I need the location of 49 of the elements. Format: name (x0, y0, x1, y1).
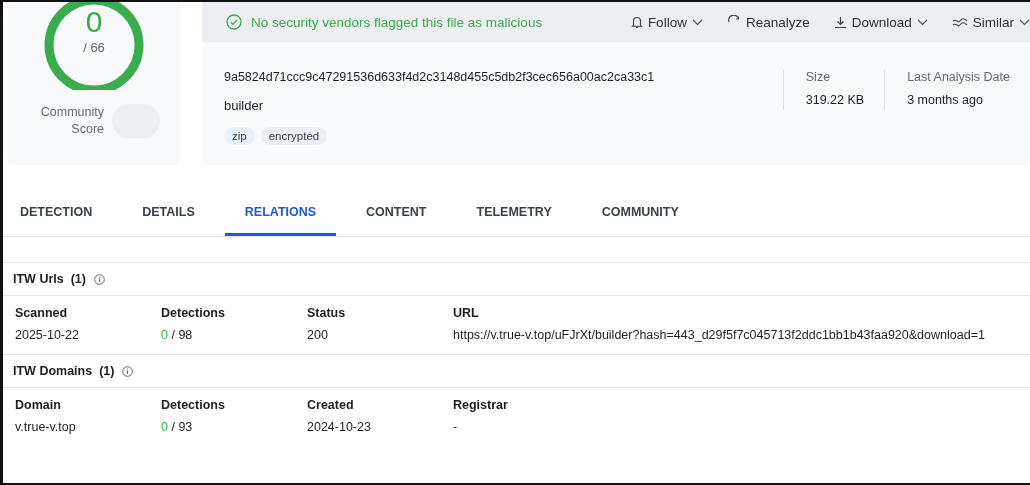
tab[interactable]: DETECTION (3, 189, 113, 236)
bell-icon (630, 15, 643, 29)
table-cell-text: 2025-10-22 (15, 328, 80, 342)
tab[interactable]: CONTENT (346, 189, 447, 236)
tag[interactable]: zip (224, 127, 255, 145)
tab[interactable]: COMMUNITY (581, 189, 699, 236)
chevron-down-icon (916, 18, 928, 26)
detections-cell-text: 0 / 98 (161, 328, 194, 342)
section-title: ITW Urls (1) (13, 272, 86, 286)
file-name: builder (224, 98, 265, 113)
stat-value: 319.22 KB (805, 93, 865, 107)
tab[interactable]: DETAILS (122, 189, 215, 236)
tag[interactable]: encrypted (260, 127, 328, 145)
column-header: Detections (161, 398, 226, 412)
column-header: Created (307, 398, 355, 412)
action-button[interactable]: Follow (630, 14, 703, 30)
action-button[interactable]: Similar (951, 14, 1030, 30)
column-header: URL (453, 306, 480, 320)
column-header: Scanned (15, 306, 69, 320)
column-header: Status (307, 306, 347, 320)
table-cell[interactable]: https://v.true-v.top/uFJrXt/builder?hash=443_d29f5f7c045713f2ddc1bb1b43faa920&download=1 (453, 328, 1018, 342)
similar-icon (951, 17, 968, 27)
tab[interactable]: RELATIONS (224, 189, 337, 236)
chevron-down-icon (1019, 18, 1030, 26)
column-header: Detections (161, 306, 226, 320)
file-hash: 9a5824d71ccc9c47291536d633f4d2c3148d455c5db2f3cec656a00ac2ca33c1 (224, 70, 656, 84)
action-button[interactable]: Download (833, 14, 928, 30)
column-header: Registrar (453, 398, 509, 412)
stat-value: 3 months ago (907, 93, 984, 107)
table-cell-text: - (453, 420, 459, 434)
section-title: ITW Domains (1) (13, 364, 115, 378)
community-score-label: Community Score (39, 104, 104, 138)
info-icon[interactable] (93, 273, 105, 285)
stat-label: Last Analysis Date (907, 70, 1010, 84)
table-cell-text: 200 (307, 328, 329, 342)
action-button[interactable]: Reanalyze (726, 14, 810, 30)
tab[interactable]: TELEMETRY (456, 189, 572, 236)
score-value: 0 (85, 4, 103, 40)
detections-cell-text: 0 / 93 (161, 420, 194, 434)
download-icon (833, 15, 847, 29)
stat-label: Size (805, 70, 832, 84)
check-circle-icon (226, 14, 242, 30)
table-cell-text: 2024-10-23 (307, 420, 372, 434)
column-header: Domain (15, 398, 62, 412)
status-message: No security vendors flagged this file as malicious (251, 14, 543, 30)
info-icon[interactable] (122, 365, 134, 377)
table-cell-text: v.true-v.top (15, 420, 77, 434)
score-total: / 66 (83, 40, 105, 55)
chevron-down-icon (691, 18, 703, 26)
